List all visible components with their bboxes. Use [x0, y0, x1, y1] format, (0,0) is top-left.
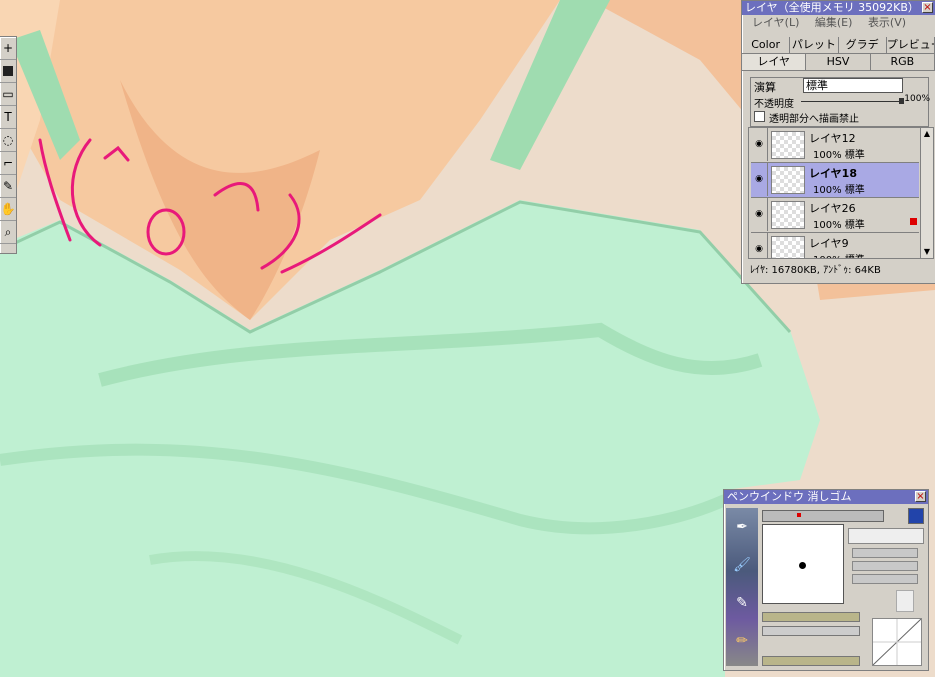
param-slider[interactable] — [852, 548, 918, 558]
brush-dot — [799, 562, 806, 569]
menu-edit[interactable]: 編集(E) — [815, 16, 853, 29]
layer-panel-title-text: レイヤ（全使用メモリ 35092KB） — [745, 1, 919, 14]
brush-preview — [762, 524, 844, 604]
close-icon[interactable]: × — [922, 2, 933, 13]
eye-icon[interactable]: ◉ — [751, 128, 768, 161]
save-icon[interactable] — [908, 508, 924, 524]
param-slider[interactable] — [852, 574, 918, 584]
layer-list: ◉ レイヤ12 100% 標準 ◉ レイヤ18 100% 標準 ◉ レイヤ26 … — [748, 127, 934, 259]
layer-info: 100% 標準 — [813, 251, 865, 258]
scroll-up-icon[interactable]: ▲ — [921, 128, 933, 140]
blend-label: 演算 — [754, 81, 776, 94]
menu-view[interactable]: 表示(V) — [868, 16, 906, 29]
brush-shape-selector[interactable] — [848, 528, 924, 544]
tab-layer[interactable]: レイヤ — [742, 54, 807, 70]
protect-label: 透明部分へ描画禁止 — [769, 114, 859, 125]
move-icon[interactable]: + — [0, 37, 16, 60]
tool-preset-list[interactable]: ✒ 🖌 ✎ ✏ — [726, 508, 758, 666]
eye-icon[interactable]: ◉ — [751, 198, 768, 231]
layer-thumbnail — [771, 166, 805, 194]
eraser-icon[interactable]: ✏ — [726, 622, 758, 660]
pressure-curve[interactable] — [872, 618, 922, 666]
layer-info: 100% 標準 — [813, 185, 865, 196]
layer-name: レイヤ18 — [809, 167, 857, 180]
tool-palette: + ▭ T ◌ ⌐ ✎ ✋ ⌕ — [0, 36, 17, 254]
protect-checkbox[interactable] — [754, 111, 765, 122]
layer-name: レイヤ12 — [809, 132, 856, 145]
layer-name: レイヤ9 — [809, 237, 849, 250]
layer-panel: レイヤ（全使用メモリ 35092KB） × レイヤ(L) 編集(E) 表示(V)… — [741, 0, 935, 284]
layer-thumbnail — [771, 236, 805, 258]
layer-row[interactable]: ◉ レイヤ12 100% 標準 — [751, 128, 919, 163]
text-icon[interactable]: T — [0, 106, 16, 129]
layer-menubar: レイヤ(L) 編集(E) 表示(V) — [742, 15, 935, 31]
tabs-row2: レイヤ HSV RGB — [742, 54, 935, 71]
layer-info: 100% 標準 — [813, 150, 865, 161]
layer-row[interactable]: ◉ レイヤ26 100% 標準 — [751, 198, 919, 233]
tab-hsv[interactable]: HSV — [806, 54, 871, 70]
layer-thumbnail — [771, 131, 805, 159]
texture-swatch[interactable] — [896, 590, 914, 612]
close-icon[interactable]: × — [915, 491, 926, 502]
pen-window-title[interactable]: ペンウインドウ 消しゴム × — [724, 490, 928, 504]
layer-row[interactable]: ◉ レイヤ9 100% 標準 — [751, 233, 919, 258]
tab-gradient[interactable]: グラデ — [839, 37, 887, 53]
pen-icon[interactable]: ✒ — [726, 508, 758, 546]
layer-name: レイヤ26 — [809, 202, 856, 215]
layer-info: 100% 標準 — [813, 220, 865, 231]
layer-panel-title[interactable]: レイヤ（全使用メモリ 35092KB） × — [742, 1, 935, 15]
scroll-down-icon[interactable]: ▼ — [921, 246, 933, 258]
opacity-label: 不透明度 — [754, 99, 794, 110]
color-icon[interactable] — [0, 60, 16, 83]
pressure-curve-graph — [872, 618, 922, 666]
eye-icon[interactable]: ◉ — [751, 163, 768, 196]
lasso-icon[interactable]: ◌ — [0, 129, 16, 152]
shirt — [0, 200, 820, 677]
tabs-row1: Color パレット グラデ プレビュー — [742, 37, 935, 54]
param-slider[interactable] — [852, 561, 918, 571]
brush-tabs[interactable] — [762, 510, 884, 522]
tab-color[interactable]: Color — [742, 37, 791, 53]
layer-mark-icon — [910, 218, 917, 225]
layer-props: 演算 標準 不透明度 100% 透明部分へ描画禁止 — [750, 77, 930, 127]
size-slider[interactable] — [762, 612, 860, 622]
select-icon[interactable]: ⌐ — [0, 152, 16, 175]
pen-window: ペンウインドウ 消しゴム × ✒ 🖌 ✎ ✏ — [723, 489, 929, 671]
active-tab-marker — [797, 513, 801, 517]
pen-icon[interactable]: ✎ — [0, 175, 16, 198]
brush-icon[interactable]: 🖌 — [726, 546, 758, 584]
layer-row[interactable]: ◉ レイヤ18 100% 標準 — [751, 163, 919, 198]
layer-status: ﾚｲﾔ: 16780KB, ｱﾝﾄﾞｩ: 64KB — [750, 265, 881, 276]
density-slider[interactable] — [762, 626, 860, 636]
hand-icon[interactable]: ✋ — [0, 198, 16, 221]
menu-layer[interactable]: レイヤ(L) — [752, 16, 799, 29]
opacity-slider[interactable] — [801, 101, 901, 102]
layer-scrollbar[interactable]: ▲ ▼ — [920, 128, 933, 258]
tab-preview[interactable]: プレビュー — [887, 37, 935, 53]
opacity-value: 100% — [904, 94, 930, 104]
blend-select[interactable]: 標準 — [803, 78, 903, 93]
airbrush-icon[interactable]: ✎ — [726, 584, 758, 622]
pen-window-title-text: ペンウインドウ 消しゴム — [727, 490, 852, 503]
tab-palette[interactable]: パレット — [790, 37, 839, 53]
zoom-icon[interactable]: ⌕ — [0, 221, 16, 244]
rect-icon[interactable]: ▭ — [0, 83, 16, 106]
blend-slider[interactable] — [762, 656, 860, 666]
tab-rgb[interactable]: RGB — [871, 54, 935, 70]
opacity-slider-handle[interactable] — [899, 98, 904, 104]
layer-thumbnail — [771, 201, 805, 229]
eye-icon[interactable]: ◉ — [751, 233, 768, 258]
